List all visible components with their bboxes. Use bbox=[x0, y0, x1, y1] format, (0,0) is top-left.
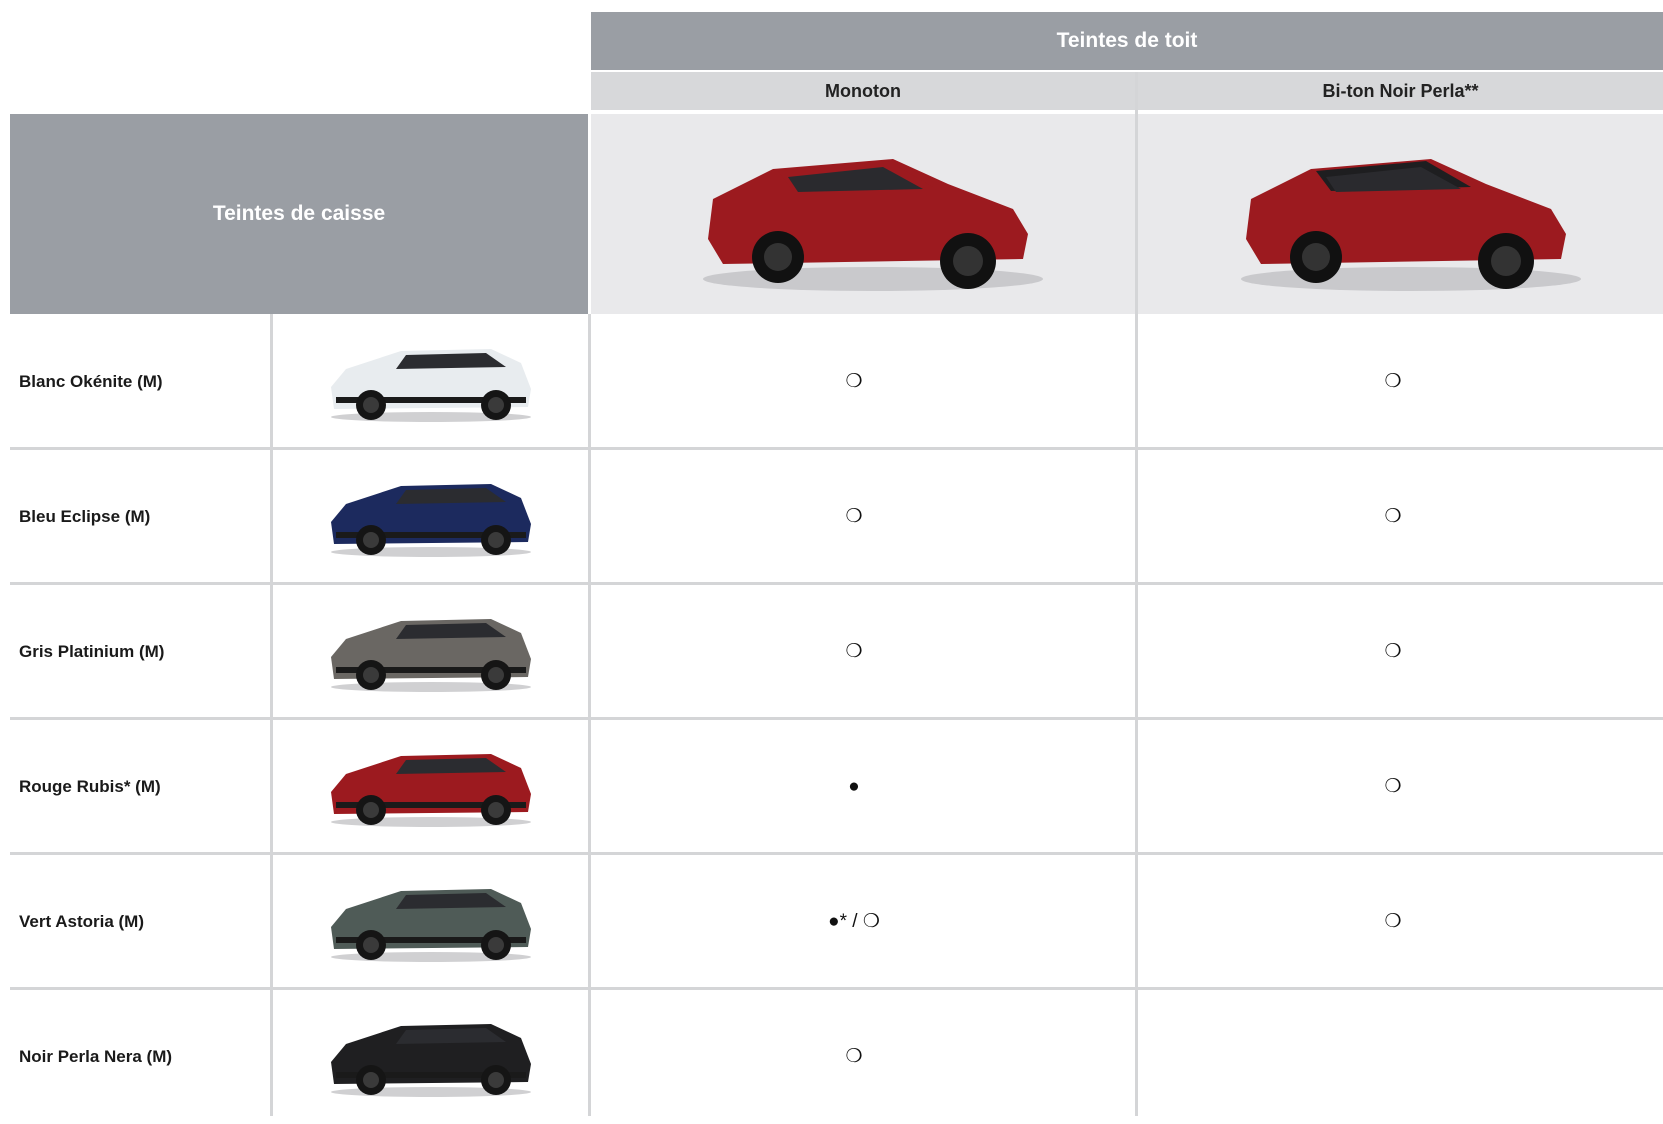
car-thumbnail bbox=[273, 719, 588, 854]
roof-colors-header: Teintes de toit bbox=[591, 12, 1663, 70]
car-thumbnail bbox=[273, 854, 588, 989]
column-divider bbox=[270, 314, 273, 1116]
availability-monoton: ❍ bbox=[845, 1046, 863, 1067]
availability-biton: ❍ bbox=[1384, 371, 1402, 392]
car-thumbnail bbox=[273, 584, 588, 719]
hero-image-biton bbox=[1138, 114, 1663, 314]
availability-biton: ❍ bbox=[1384, 776, 1402, 797]
availability-monoton: ❍ bbox=[845, 371, 863, 392]
row-label: Blanc Okénite (M) bbox=[19, 371, 163, 391]
car-side-icon bbox=[330, 484, 531, 557]
column-header-monoton: Monoton bbox=[591, 72, 1135, 110]
car-side-icon bbox=[330, 349, 531, 422]
row-label: Bleu Eclipse (M) bbox=[19, 506, 151, 526]
car-thumbnail bbox=[273, 314, 588, 449]
car-side-icon bbox=[330, 1024, 531, 1097]
car-image bbox=[703, 159, 1043, 291]
car-side-icon bbox=[330, 754, 531, 827]
car-thumbnail bbox=[273, 449, 588, 584]
availability-biton: ❍ bbox=[1384, 911, 1402, 932]
column-divider bbox=[588, 314, 591, 1116]
availability-monoton: ● bbox=[848, 775, 860, 797]
row-label: Vert Astoria (M) bbox=[19, 911, 145, 931]
car-thumbnail bbox=[273, 989, 588, 1124]
availability-biton: ❍ bbox=[1384, 641, 1402, 662]
column-divider bbox=[1135, 72, 1138, 1116]
row-label: Noir Perla Nera (M) bbox=[19, 1046, 173, 1066]
car-image bbox=[1240, 159, 1581, 291]
column-header-biton: Bi-ton Noir Perla** bbox=[1138, 72, 1663, 110]
hero-image-monoton bbox=[591, 114, 1135, 314]
row-label: Gris Platinium (M) bbox=[19, 641, 165, 661]
availability-biton: ❍ bbox=[1384, 506, 1402, 527]
availability-monoton: ●* / ❍ bbox=[828, 911, 880, 932]
availability-biton bbox=[1138, 989, 1648, 1124]
availability-monoton: ❍ bbox=[845, 506, 863, 527]
body-colors-header: Teintes de caisse bbox=[10, 114, 588, 314]
availability-monoton: ❍ bbox=[845, 641, 863, 662]
car-side-icon bbox=[330, 889, 531, 962]
car-side-icon bbox=[330, 619, 531, 692]
row-label: Rouge Rubis* (M) bbox=[19, 776, 161, 796]
